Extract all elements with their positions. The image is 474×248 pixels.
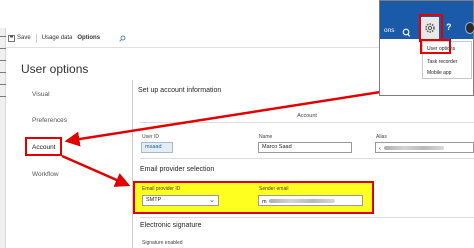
account-fieldgroup-header: Account (140, 113, 474, 123)
page-title: User options (21, 62, 89, 76)
toolbar-separator (35, 33, 37, 43)
options-button[interactable]: Options (77, 35, 100, 41)
tab-preferences[interactable]: Preferences (32, 117, 67, 124)
options-label: Options (77, 35, 101, 41)
signature-section-title: Electronic signature (140, 222, 202, 229)
redacted-alias (384, 146, 445, 150)
save-icon (8, 34, 15, 42)
settings-highlight (419, 14, 443, 42)
email-provider-select[interactable]: SMTP ⌄ (142, 195, 219, 206)
favorites-icon[interactable] (0, 60, 6, 64)
usage-data-button[interactable]: Usage data (42, 35, 73, 41)
menu-item-task-recorder[interactable]: Task recorder (427, 59, 457, 65)
save-label: Save (17, 35, 31, 41)
menu-icon[interactable] (0, 36, 6, 40)
usage-data-label: Usage data (41, 35, 73, 41)
menu-item-mobile-app[interactable]: Mobile app (427, 70, 451, 76)
tab-workflow[interactable]: Workflow (32, 171, 59, 178)
user-options-highlight (420, 39, 451, 54)
section-divider (140, 158, 474, 159)
alias-field[interactable]: ‹ (375, 142, 474, 153)
name-field[interactable]: Marco Saad (258, 142, 352, 153)
recent-icon[interactable] (0, 72, 6, 76)
company-label: ons (384, 27, 395, 34)
user-id-field[interactable]: msaad (141, 142, 173, 153)
tab-visual[interactable]: Visual (32, 91, 50, 98)
email-provider-value: SMTP (146, 197, 162, 203)
email-provider-label: Email provider ID (142, 186, 181, 192)
sender-email-value: m (262, 199, 267, 205)
name-label: Name (259, 134, 273, 140)
save-button[interactable]: Save (8, 34, 31, 42)
search-icon (119, 35, 126, 42)
home-icon[interactable] (0, 48, 6, 52)
navigation-rail (0, 28, 6, 248)
search-button[interactable] (119, 35, 126, 42)
signature-enabled-label: Signature enabled (142, 240, 183, 246)
search-icon[interactable] (402, 24, 411, 42)
workspaces-icon[interactable] (0, 84, 6, 88)
account-header-label: Account (297, 113, 317, 119)
email-section-title: Email provider selection (140, 166, 215, 173)
arrow-to-email-fields (61, 154, 131, 187)
tab-content-separator (132, 80, 133, 248)
sender-email-field[interactable]: m (258, 195, 363, 206)
user-id-label: User ID (142, 134, 159, 140)
chevron-down-icon: ⌄ (209, 197, 215, 204)
action-pane: Save Usage data Options (8, 30, 126, 46)
sender-email-label: Sender email (259, 186, 289, 192)
navbar-zoom-inset: ons ? User options Task recorder Mobile … (379, 0, 474, 96)
alias-value: ‹ (379, 146, 381, 152)
section-divider (140, 217, 474, 218)
modules-icon[interactable] (0, 96, 6, 100)
avatar[interactable] (465, 22, 474, 34)
help-icon[interactable]: ? (446, 22, 452, 32)
alias-label: Alias (376, 134, 387, 140)
account-tab-highlight (25, 137, 62, 156)
account-section-title: Set up account information (138, 87, 222, 94)
redacted-email (269, 199, 336, 203)
